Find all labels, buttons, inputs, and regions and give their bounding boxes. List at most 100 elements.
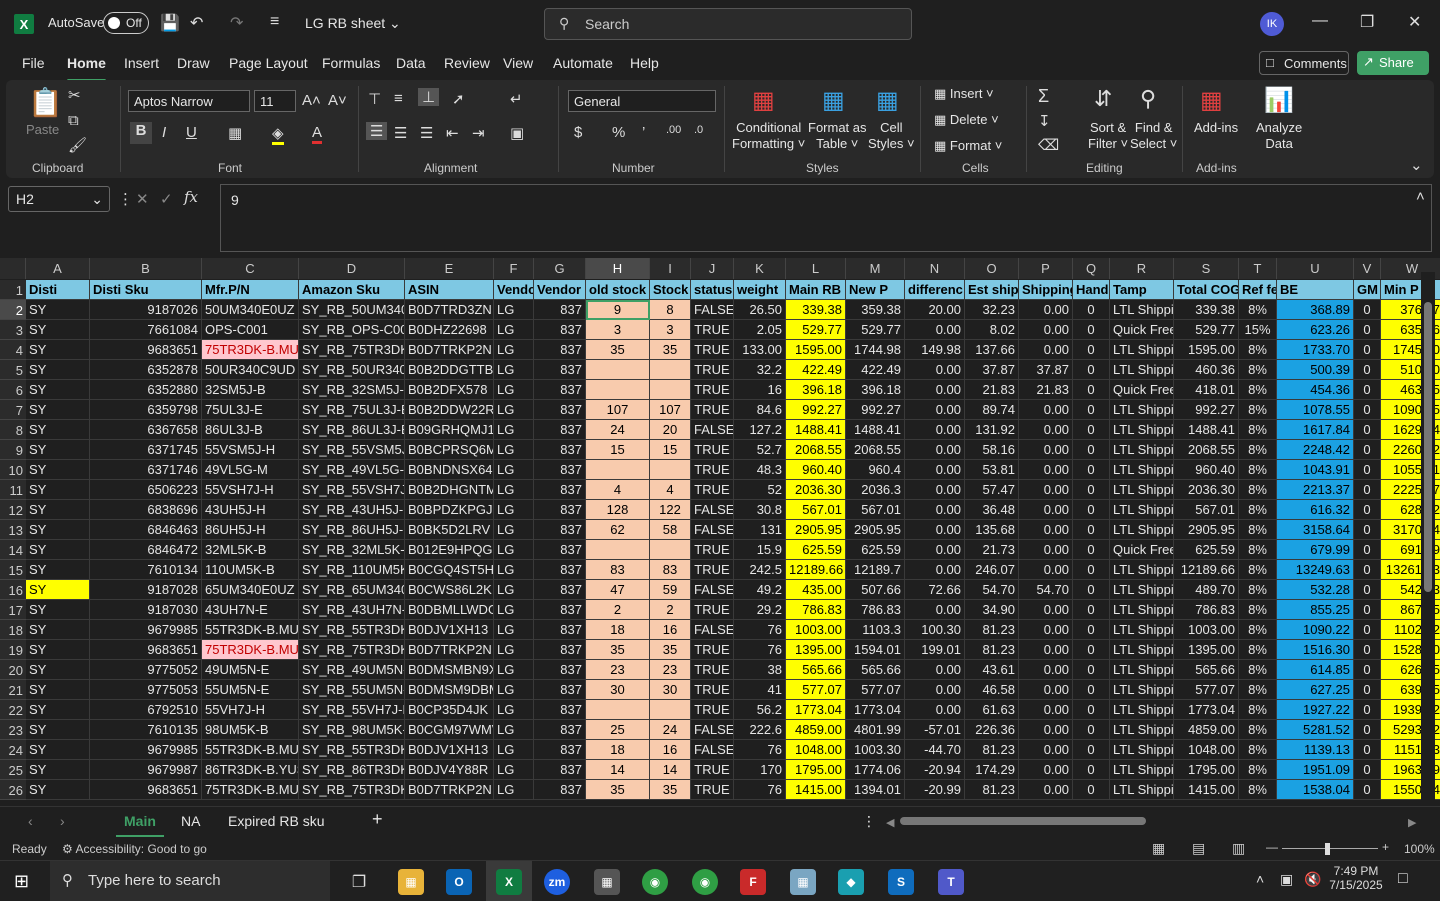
chrome-icon[interactable]: ◉ xyxy=(642,869,668,895)
table-cell[interactable]: B0CWS86L2K xyxy=(405,580,494,600)
row-header[interactable]: 2 xyxy=(0,300,26,320)
table-cell[interactable]: 0.00 xyxy=(1019,320,1073,340)
table-cell[interactable]: 368.89 xyxy=(1277,300,1354,320)
table-cell[interactable]: 992.27 xyxy=(1174,400,1239,420)
table-cell[interactable]: B0BPDZKPGJ xyxy=(405,500,494,520)
table-cell[interactable]: 8% xyxy=(1239,360,1277,380)
table-cell[interactable]: 837 xyxy=(534,780,586,800)
header-cell[interactable]: Stock xyxy=(650,280,691,300)
table-cell[interactable]: 2213.37 xyxy=(1277,480,1354,500)
table-cell[interactable]: 422.49 xyxy=(786,360,846,380)
table-cell[interactable]: 35 xyxy=(586,640,650,660)
table-cell[interactable]: 54.70 xyxy=(1019,580,1073,600)
table-cell[interactable]: 246.07 xyxy=(965,560,1019,580)
table-cell[interactable]: 49.2 xyxy=(734,580,786,600)
table-cell[interactable]: SY_RB_98UM5K-B xyxy=(299,720,405,740)
increase-decimal-icon[interactable]: .00 xyxy=(666,124,681,136)
table-cell[interactable]: 12189.66 xyxy=(1174,560,1239,580)
volume-icon[interactable]: 🔇 xyxy=(1304,871,1321,888)
sort-filter-button[interactable]: Sort & Filter ˅ xyxy=(1088,120,1128,152)
table-cell[interactable]: 837 xyxy=(534,700,586,720)
sheet-tab-na[interactable]: NA xyxy=(181,813,200,829)
table-cell[interactable]: SY xyxy=(26,700,90,720)
column-header[interactable]: B xyxy=(90,258,202,279)
table-cell[interactable]: 0 xyxy=(1354,560,1381,580)
table-cell[interactable]: 86UL3J-B xyxy=(202,420,299,440)
table-cell[interactable]: 226.36 xyxy=(965,720,1019,740)
table-cell[interactable]: 614.85 xyxy=(1277,660,1354,680)
next-sheet-icon[interactable]: › xyxy=(60,813,65,829)
table-cell[interactable]: 1078.55 xyxy=(1277,400,1354,420)
table-cell[interactable]: 0.00 xyxy=(905,560,965,580)
table-cell[interactable]: 18 xyxy=(586,620,650,640)
table-cell[interactable]: 2905.95 xyxy=(846,520,905,540)
task-view-icon[interactable]: ❐ xyxy=(346,869,372,895)
table-cell[interactable]: B0DJV1XH13 xyxy=(405,620,494,640)
table-cell[interactable] xyxy=(650,540,691,560)
underline-icon[interactable]: U xyxy=(186,124,197,141)
table-cell[interactable]: 0.00 xyxy=(905,460,965,480)
table-cell[interactable]: 0 xyxy=(1073,580,1110,600)
table-cell[interactable]: Quick Free xyxy=(1110,540,1174,560)
table-cell[interactable]: LTL Shippi xyxy=(1110,760,1174,780)
table-cell[interactable]: 110UM5K-B xyxy=(202,560,299,580)
formula-input[interactable]: 9 xyxy=(220,184,1432,252)
table-cell[interactable]: 0 xyxy=(1354,620,1381,640)
table-cell[interactable]: 75TR3DK-B.MUS xyxy=(202,340,299,360)
table-cell[interactable]: 21.83 xyxy=(965,380,1019,400)
table-cell[interactable]: 127.2 xyxy=(734,420,786,440)
table-cell[interactable]: 0 xyxy=(1073,460,1110,480)
table-cell[interactable]: 1048.00 xyxy=(786,740,846,760)
table-cell[interactable]: SY_RB_32SM5J-B xyxy=(299,380,405,400)
table-cell[interactable]: 15.9 xyxy=(734,540,786,560)
table-cell[interactable]: LG xyxy=(494,640,534,660)
table-cell[interactable]: 837 xyxy=(534,520,586,540)
table-cell[interactable]: 9679985 xyxy=(90,620,202,640)
table-cell[interactable]: 529.77 xyxy=(1174,320,1239,340)
table-cell[interactable]: 23 xyxy=(586,660,650,680)
header-cell[interactable]: New P xyxy=(846,280,905,300)
table-cell[interactable]: 0.00 xyxy=(1019,740,1073,760)
table-cell[interactable]: SY_RB_75UL3J-E xyxy=(299,400,405,420)
row-header[interactable]: 11 xyxy=(0,480,26,500)
tab-file[interactable]: File xyxy=(22,55,45,71)
tab-automate[interactable]: Automate xyxy=(553,55,613,71)
analyze-data-button[interactable]: Analyze Data xyxy=(1256,120,1302,152)
decrease-indent-icon[interactable]: ⇤ xyxy=(446,124,459,142)
cell-styles-button[interactable]: Cell Styles ˅ xyxy=(868,120,915,152)
table-cell[interactable]: 0.00 xyxy=(1019,660,1073,680)
table-cell[interactable]: Quick Free xyxy=(1110,320,1174,340)
table-cell[interactable]: SY xyxy=(26,640,90,660)
table-cell[interactable]: SY xyxy=(26,440,90,460)
table-cell[interactable]: 855.25 xyxy=(1277,600,1354,620)
table-cell[interactable]: 2905.95 xyxy=(1174,520,1239,540)
table-cell[interactable]: TRUE xyxy=(691,680,734,700)
table-cell[interactable]: LG xyxy=(494,420,534,440)
table-cell[interactable]: 12189.7 xyxy=(846,560,905,580)
header-cell[interactable]: Mfr.P/N xyxy=(202,280,299,300)
increase-font-icon[interactable]: A˄ xyxy=(302,92,321,109)
table-cell[interactable]: LG xyxy=(494,320,534,340)
table-cell[interactable]: FALSE xyxy=(691,740,734,760)
table-cell[interactable]: 2248.42 xyxy=(1277,440,1354,460)
add-ins-button[interactable]: Add-ins xyxy=(1194,120,1238,136)
table-cell[interactable]: 1795.00 xyxy=(1174,760,1239,780)
table-cell[interactable]: 3158.64 xyxy=(1277,520,1354,540)
row-header[interactable]: 16 xyxy=(0,580,26,600)
chrome-profile-icon[interactable]: ◉ xyxy=(692,869,718,895)
header-cell[interactable]: Tamp xyxy=(1110,280,1174,300)
table-cell[interactable]: FALSE xyxy=(691,580,734,600)
table-cell[interactable]: 1048.00 xyxy=(1174,740,1239,760)
sheet-tab-main[interactable]: Main xyxy=(116,813,164,837)
table-cell[interactable]: 0.00 xyxy=(1019,540,1073,560)
table-cell[interactable]: 8% xyxy=(1239,620,1277,640)
table-cell[interactable]: 32ML5K-B xyxy=(202,540,299,560)
table-cell[interactable]: 960.40 xyxy=(786,460,846,480)
table-cell[interactable]: 55VSM5J-H xyxy=(202,440,299,460)
table-cell[interactable]: 837 xyxy=(534,460,586,480)
table-cell[interactable]: 8% xyxy=(1239,720,1277,740)
table-cell[interactable]: 9 xyxy=(586,300,650,320)
table-cell[interactable]: SY_RB_75TR3DK-B xyxy=(299,780,405,800)
table-cell[interactable]: 0 xyxy=(1073,560,1110,580)
table-cell[interactable]: 435.00 xyxy=(786,580,846,600)
